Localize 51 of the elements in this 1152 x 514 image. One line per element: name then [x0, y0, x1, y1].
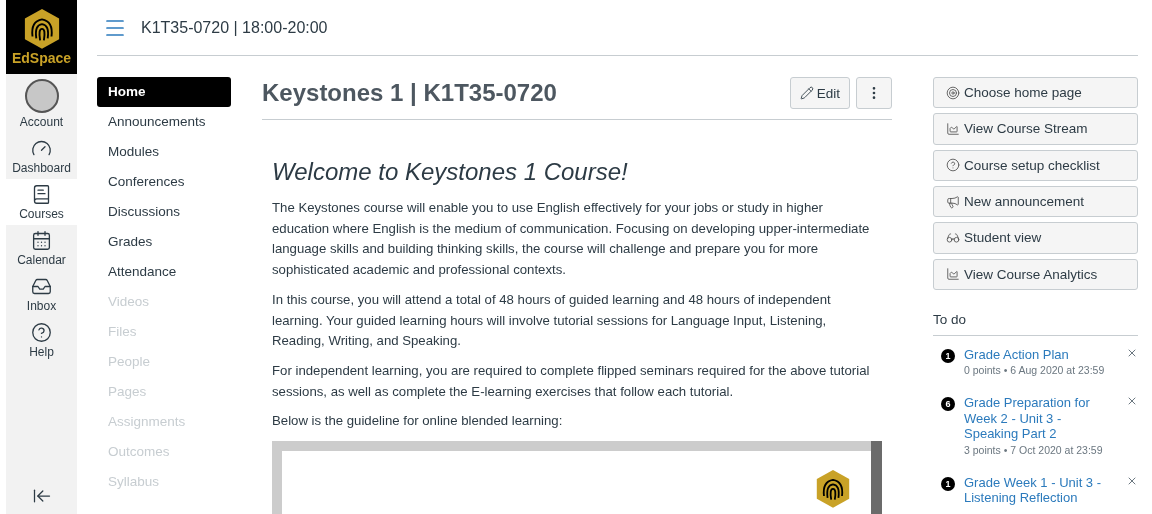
chart-icon — [946, 267, 960, 282]
inbox-icon — [31, 276, 52, 297]
megaphone-icon — [946, 194, 960, 209]
todo-meta: 3 points • 7 Oct 2020 at 23:59 — [964, 443, 1104, 456]
calendar-icon — [31, 230, 52, 251]
count-badge: 1 — [941, 348, 955, 363]
fingerprint-logo-icon — [815, 469, 851, 509]
course-nav-link[interactable]: Home — [97, 77, 231, 107]
sidebar-button[interactable]: Choose home page — [933, 77, 1138, 109]
avatar-icon — [24, 79, 59, 113]
nav-link[interactable]: Help — [6, 317, 77, 363]
todo-heading: To do — [933, 311, 1138, 336]
course-nav-link[interactable]: Attendance — [97, 257, 231, 287]
todo-meta: 0 points • 6 Aug 2020 at 23:59 — [964, 364, 1106, 377]
fingerprint-logo-icon — [22, 8, 61, 50]
nav-link[interactable]: Inbox — [6, 271, 77, 317]
nav-link[interactable]: Calendar — [6, 225, 77, 271]
nav-link[interactable]: Courses — [6, 179, 77, 225]
count-badge: 1 — [941, 476, 955, 491]
sidebar-button[interactable]: View Course Analytics — [933, 258, 1138, 290]
help-icon — [31, 322, 52, 343]
course-nav-link[interactable]: Grades — [97, 227, 231, 257]
paragraph: For independent learning, you are required to complete flipped seminars required for the above tutorial sessions, as well as complete the E-learning exercises that follow each tutorial. — [272, 361, 871, 401]
sidebar-button[interactable]: Course setup checklist — [933, 149, 1138, 181]
chart-icon — [946, 122, 960, 136]
todo-link[interactable]: Grade Action Plan — [964, 346, 1117, 363]
welcome-heading: Welcome to Keystones 1 Course! — [272, 158, 629, 186]
course-nav-link[interactable]: Modules — [97, 137, 231, 167]
course-nav-link[interactable]: Conferences — [97, 167, 231, 197]
count-badge: 6 — [941, 397, 955, 412]
nav-link[interactable]: Dashboard — [6, 133, 77, 179]
sidebar-button[interactable]: View Course Stream — [933, 113, 1138, 145]
page-title: Keystones 1 | K1T35-0720 — [262, 79, 558, 107]
todo-link[interactable]: Grade Week 1 - Unit 3 - Listening Reflection — [964, 474, 1117, 506]
paragraph: Below is the guideline for online blended learning: — [272, 412, 564, 431]
paragraph: The Keystones course will enable you to use English effectively for your jobs or study in higher education where English is the medium of communication. Focusing on developing upper-intermediate language skills and building thinking skills, the course will challenge and prepare you for more sophisticated academic and professional contexts. — [272, 199, 871, 280]
edit-button[interactable]: Edit — [789, 77, 850, 109]
nav-link[interactable]: Account — [6, 74, 77, 133]
glasses-icon — [946, 230, 960, 245]
pencil-icon — [799, 86, 814, 100]
target-icon — [946, 85, 960, 100]
todo-link[interactable]: Grade Preparation for Week 2 - Unit 3 - Speaking Part 2 — [964, 395, 1117, 442]
help-icon — [946, 158, 960, 173]
book-icon — [31, 184, 52, 205]
course-nav-link[interactable]: Discussions — [97, 197, 231, 227]
course-nav-link[interactable]: Announcements — [97, 107, 231, 137]
logo-text: EdSpace — [11, 49, 72, 66]
paragraph: In this course, you will attend a total of 48 hours of guided learning and 48 hours of independent learning. Your guided learning hours will involve tutorial sessions for Language Input, Listening, Reading, Writing, and Speaking. — [272, 290, 832, 351]
sidebar-button[interactable]: New announcement — [933, 186, 1138, 218]
sidebar-button[interactable]: Student view — [933, 222, 1138, 254]
course-title: K1T35-0720 | 18:00-20:00 — [141, 18, 328, 37]
